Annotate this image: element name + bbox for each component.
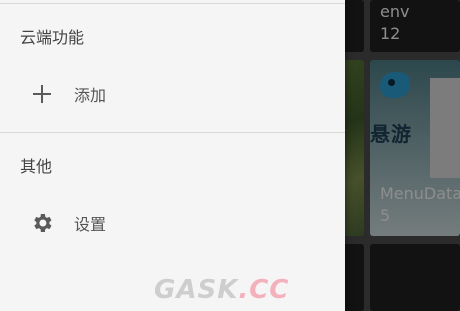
gear-icon: [34, 214, 52, 232]
watermark: GASK.CC: [154, 275, 289, 305]
watermark-part2: .CC: [238, 275, 290, 305]
menu-item-settings[interactable]: 设置: [0, 199, 345, 247]
section-header-other: 其他: [20, 157, 53, 176]
plus-icon: [33, 85, 51, 103]
section-header-cloud: 云端功能: [20, 28, 85, 47]
navigation-drawer: 云端功能 添加 其他 设置: [0, 0, 345, 311]
divider-top: [0, 3, 345, 4]
menu-item-add[interactable]: 添加: [0, 70, 345, 118]
menu-item-add-label: 添加: [74, 86, 107, 105]
watermark-part1: GASK: [154, 275, 239, 305]
divider-middle: [0, 132, 345, 133]
menu-item-settings-label: 设置: [74, 215, 107, 234]
